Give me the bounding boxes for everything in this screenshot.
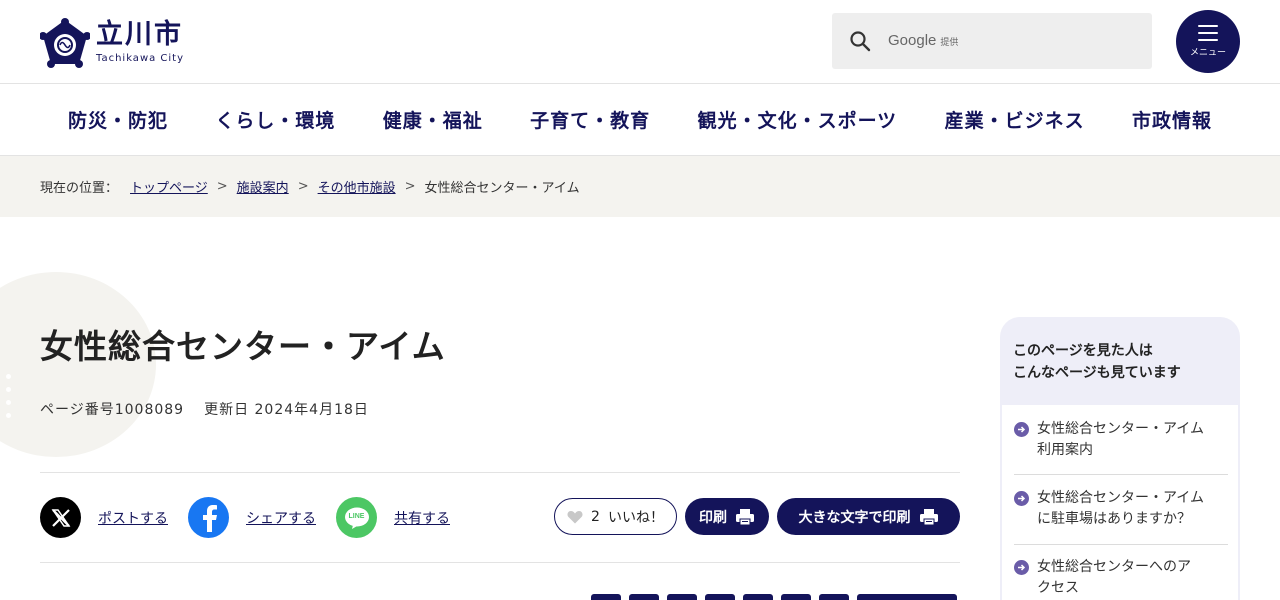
breadcrumb-current: 女性総合センター・アイム: [424, 181, 580, 196]
related-item-line2: 利用案内: [1037, 442, 1093, 458]
site-header: 立川市 Tachikawa City Google 提供 メニュー: [0, 0, 1280, 84]
site-logo[interactable]: 立川市 Tachikawa City: [40, 18, 184, 68]
tool-icon[interactable]: [781, 594, 811, 600]
menu-label: メニュー: [1189, 48, 1226, 58]
line-icon[interactable]: LINE: [336, 497, 377, 538]
breadcrumb-separator: >: [216, 179, 228, 194]
tool-button[interactable]: [857, 594, 957, 600]
related-item[interactable]: 女性総合センター・アイム 利用案内: [1014, 419, 1228, 461]
nav-item-living[interactable]: くらし・環境: [215, 106, 335, 133]
tool-icon[interactable]: [629, 594, 659, 600]
page-title: 女性総合センター・アイム: [40, 327, 446, 366]
related-heading-line2: こんなページも見ています: [1013, 365, 1181, 381]
divider: [1014, 474, 1228, 475]
related-pages-heading: このページを見た人は こんなページも見ています: [1013, 340, 1181, 384]
share-line-link[interactable]: 共有する: [394, 508, 450, 528]
large-print-label: 大きな文字で印刷: [798, 509, 911, 526]
breadcrumb-link-top[interactable]: トップページ: [130, 177, 208, 196]
search-input[interactable]: [887, 33, 1137, 49]
breadcrumb-separator: >: [297, 179, 309, 194]
updated-date: 更新日 2024年4月18日: [204, 402, 369, 418]
decorative-dots: [6, 374, 11, 426]
arrow-right-icon: [1014, 491, 1029, 506]
line-icon-text: LINE: [348, 513, 365, 520]
like-button[interactable]: 2 いいね！: [554, 498, 677, 535]
share-x-link[interactable]: ポストする: [98, 508, 168, 528]
breadcrumb-separator: >: [404, 179, 416, 194]
print-button[interactable]: 印刷: [685, 498, 769, 535]
related-item-line2: クセス: [1037, 580, 1079, 596]
tool-icon[interactable]: [819, 594, 849, 600]
page-meta: ページ番号1008089 更新日 2024年4月18日: [40, 399, 369, 419]
share-x: ポストする: [40, 497, 168, 538]
share-line: LINE 共有する: [336, 497, 450, 538]
heart-icon: [567, 510, 583, 523]
divider: [1014, 544, 1228, 545]
logo-subtitle: Tachikawa City: [96, 53, 185, 64]
hamburger-icon: [1198, 25, 1218, 41]
related-heading-line1: このページを見た人は: [1013, 343, 1153, 359]
like-label: いいね！: [607, 509, 664, 526]
related-item-text: 女性総合センター・アイム 利用案内: [1037, 419, 1204, 461]
printer-icon: [736, 508, 754, 525]
city-emblem-icon: [40, 18, 90, 68]
menu-button[interactable]: メニュー: [1176, 10, 1240, 73]
related-item-line1: 女性総合センターへのア: [1037, 559, 1191, 575]
related-pages-list: 女性総合センター・アイム 利用案内 女性総合センター・アイム に駐車場はあります…: [1002, 405, 1238, 600]
breadcrumb-link-other-facilities[interactable]: その他市施設: [318, 177, 396, 196]
tool-icon[interactable]: [743, 594, 773, 600]
tool-icon[interactable]: [591, 594, 621, 600]
breadcrumb: 現在の位置： トップページ > 施設案内 > その他市施設 > 女性総合センター…: [0, 156, 1280, 217]
tool-icon[interactable]: [705, 594, 735, 600]
print-label: 印刷: [699, 509, 727, 526]
accessibility-toolbar: [591, 594, 957, 600]
breadcrumb-lead: 現在の位置：: [40, 181, 119, 196]
facebook-icon[interactable]: [188, 497, 229, 538]
page-number: ページ番号1008089: [40, 402, 185, 418]
nav-item-health[interactable]: 健康・福祉: [383, 106, 483, 133]
related-item-line2: に駐車場はありますか？: [1037, 511, 1191, 527]
nav-item-business[interactable]: 産業・ビジネス: [945, 106, 1085, 133]
tool-icon[interactable]: [667, 594, 697, 600]
breadcrumb-link-facilities[interactable]: 施設案内: [237, 177, 289, 196]
arrow-right-icon: [1014, 560, 1029, 575]
divider: [40, 562, 960, 563]
large-print-button[interactable]: 大きな文字で印刷: [777, 498, 960, 535]
search-icon[interactable]: [849, 30, 871, 52]
arrow-right-icon: [1014, 422, 1029, 437]
nav-item-city-info[interactable]: 市政情報: [1132, 106, 1212, 133]
global-nav: 防災・防犯 くらし・環境 健康・福祉 子育て・教育 観光・文化・スポーツ 産業・…: [0, 84, 1280, 156]
printer-icon: [919, 508, 938, 525]
related-item-line1: 女性総合センター・アイム: [1037, 421, 1205, 437]
nav-item-childcare[interactable]: 子育て・教育: [530, 106, 650, 133]
related-item-text: 女性総合センターへのア クセス: [1037, 557, 1191, 599]
nav-item-disaster[interactable]: 防災・防犯: [68, 106, 168, 133]
share-facebook: シェアする: [188, 497, 316, 538]
site-search[interactable]: Google 提供: [832, 13, 1152, 69]
related-item[interactable]: 女性総合センター・アイム に駐車場はありますか？: [1014, 488, 1228, 530]
related-item-line1: 女性総合センター・アイム: [1037, 490, 1205, 506]
divider: [40, 472, 960, 473]
like-count: 2: [591, 508, 600, 525]
nav-item-tourism[interactable]: 観光・文化・スポーツ: [698, 106, 898, 133]
share-facebook-link[interactable]: シェアする: [246, 508, 316, 528]
logo-title: 立川市: [96, 19, 183, 50]
related-item[interactable]: 女性総合センターへのア クセス: [1014, 557, 1228, 599]
x-icon[interactable]: [40, 497, 81, 538]
related-item-text: 女性総合センター・アイム に駐車場はありますか？: [1037, 488, 1204, 530]
